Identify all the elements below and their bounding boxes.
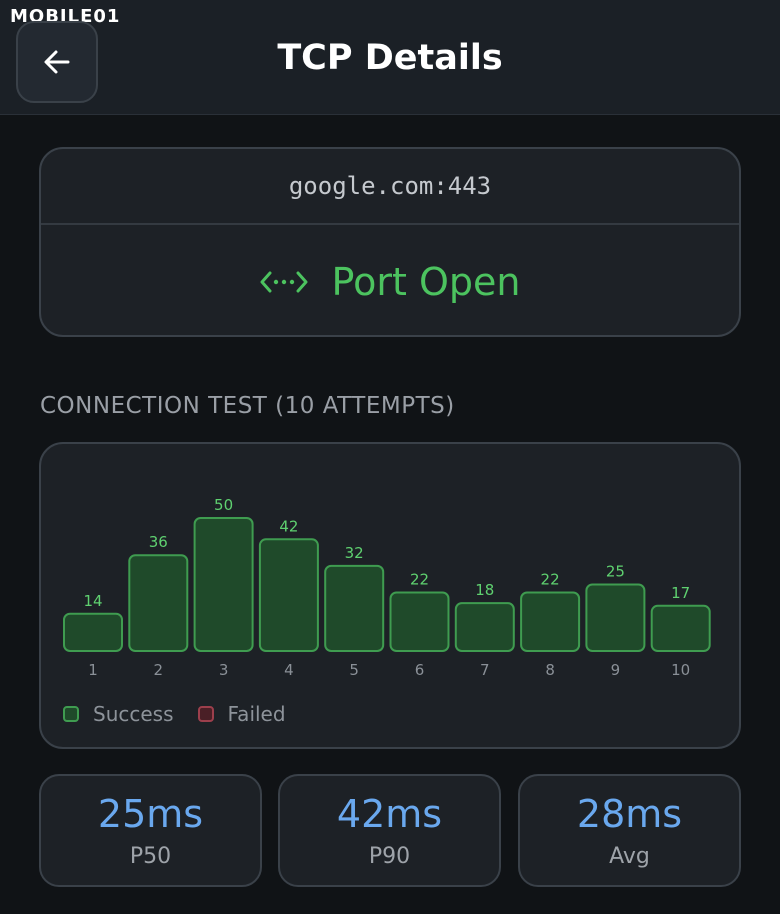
chart-bar (520, 591, 581, 652)
x-tick-label: 1 (88, 661, 98, 679)
legend-success-swatch (63, 706, 79, 722)
chart-bar (63, 612, 123, 652)
chart-bar (650, 604, 711, 652)
x-tick-label: 4 (284, 661, 294, 679)
code-brackets-icon (260, 271, 308, 293)
bar-value-label: 25 (606, 563, 625, 581)
legend-success-label: Success (93, 702, 174, 726)
bar-value-label: 14 (83, 592, 102, 610)
stat-label: P90 (368, 844, 411, 869)
bar-value-label: 22 (410, 570, 429, 588)
x-tick-label: 6 (415, 661, 425, 679)
status-text: Port Open (331, 260, 521, 304)
stat-p50: 25ms P50 (39, 774, 262, 887)
stat-avg: 28ms Avg (518, 774, 741, 887)
chart-bar (324, 564, 385, 652)
bar-value-label: 22 (541, 570, 560, 588)
legend-failed-swatch (197, 706, 214, 722)
stat-value: 42ms (336, 792, 443, 836)
bar-value-label: 50 (214, 496, 233, 514)
chart-bar (454, 602, 515, 652)
chart-bar (585, 583, 646, 652)
x-tick-label: 3 (219, 661, 229, 679)
stat-value: 25ms (97, 792, 204, 836)
host-address: google.com:443 (41, 149, 739, 225)
chart-bar (128, 554, 189, 652)
legend-failed-label: Failed (227, 702, 286, 726)
top-app-bar: MOBILE01 TCP Details (0, 0, 780, 115)
page-title: TCP Details (277, 38, 503, 78)
stat-label: Avg (609, 844, 650, 869)
section-label: CONNECTION TEST (10 ATTEMPTS) (40, 393, 455, 419)
bar-value-label: 17 (671, 584, 690, 602)
bar-value-label: 42 (279, 517, 298, 535)
x-tick-label: 5 (349, 661, 359, 679)
stat-p90: 42ms P90 (278, 774, 501, 887)
x-tick-label: 8 (545, 661, 555, 679)
x-tick-label: 2 (154, 661, 164, 679)
x-tick-label: 9 (611, 661, 621, 679)
target-card: google.com:443 Port Open (39, 147, 741, 337)
stat-label: P50 (129, 844, 172, 869)
bar-value-label: 36 (149, 533, 168, 551)
chart-bar (389, 591, 450, 652)
connection-chart-card: 14 1 36 2 50 3 42 4 32 5 22 6 18 7 22 8 25 9 17 10 Success … (39, 442, 741, 749)
bar-value-label: 18 (475, 581, 494, 599)
chart-bar (193, 517, 254, 652)
connection-bar-chart: 14 1 36 2 50 3 42 4 32 5 22 6 18 7 22 8 25 9 17 10 (63, 496, 711, 679)
port-status: Port Open (41, 225, 739, 335)
bar-value-label: 32 (345, 544, 364, 562)
stat-value: 28ms (576, 792, 683, 836)
chart-bar (258, 538, 319, 652)
x-tick-label: 7 (480, 661, 490, 679)
x-tick-label: 10 (671, 661, 690, 679)
chart-legend: Success Failed (63, 702, 286, 726)
